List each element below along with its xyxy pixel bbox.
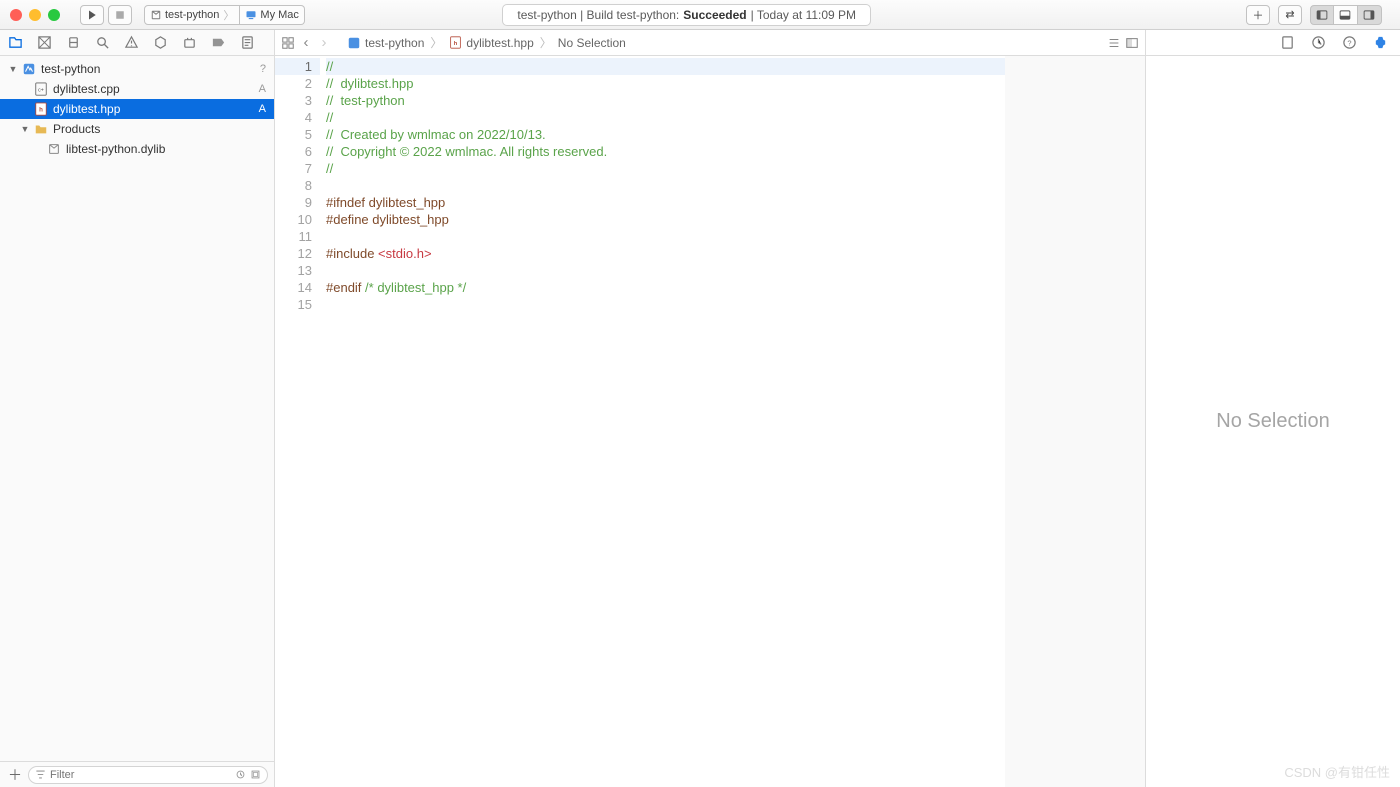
status-time: | Today at 11:09 PM <box>751 8 856 22</box>
minimize-window-button[interactable] <box>29 9 41 21</box>
run-button[interactable] <box>80 5 104 25</box>
source-control-tab[interactable] <box>37 35 52 50</box>
maximize-window-button[interactable] <box>48 9 60 21</box>
file-inspector-tab[interactable] <box>1280 35 1295 50</box>
test-navigator-tab[interactable] <box>153 35 168 50</box>
stop-button[interactable] <box>108 5 132 25</box>
nav-back-button[interactable]: ‹ <box>299 36 313 50</box>
library-button[interactable]: ＋ <box>1246 5 1270 25</box>
filter-input[interactable] <box>50 769 231 781</box>
breadcrumb-project[interactable]: test-python <box>365 36 424 50</box>
hpp-file-icon: h <box>33 101 49 117</box>
folder-icon <box>33 121 49 137</box>
no-selection-label: No Selection <box>1216 410 1329 433</box>
cpp-file-icon: c+ <box>33 81 49 97</box>
minimap[interactable] <box>1005 56 1145 787</box>
products-folder-node[interactable]: ▼ Products <box>0 119 274 139</box>
jump-bar: ‹ › test-python 〉 h dylibtest.hpp 〉 No S… <box>275 30 1145 56</box>
toolbar: test-python 〉 My Mac test-python | Build… <box>0 0 1400 30</box>
breadcrumb-file[interactable]: dylibtest.hpp <box>466 36 533 50</box>
svg-text:?: ? <box>1347 38 1351 47</box>
navigator-footer: ＋ <box>0 761 274 787</box>
related-items-button[interactable] <box>281 36 295 50</box>
code-review-button[interactable]: ⇄ <box>1278 5 1302 25</box>
scheme-device-label: My Mac <box>260 9 299 21</box>
file-node-dylibtest-hpp[interactable]: h dylibtest.hpp A <box>0 99 274 119</box>
add-target-button[interactable]: ＋ <box>6 765 24 785</box>
file-label: dylibtest.hpp <box>53 102 274 116</box>
help-inspector-tab[interactable]: ? <box>1342 35 1357 50</box>
find-navigator-tab[interactable] <box>95 35 110 50</box>
status-prefix: test-python | Build test-python: <box>517 8 679 22</box>
line-gutter: 123456789101112131415 <box>275 56 320 787</box>
status-result: Succeeded <box>683 8 746 22</box>
history-inspector-tab[interactable] <box>1311 35 1326 50</box>
file-badge: A <box>259 103 266 115</box>
panel-toggles <box>1310 5 1382 25</box>
issue-navigator-tab[interactable] <box>124 35 139 50</box>
file-badge: A <box>259 83 266 95</box>
filter-field[interactable] <box>28 766 268 784</box>
project-root-badge: ? <box>260 63 266 75</box>
scheme-project-label: test-python <box>165 9 219 21</box>
breadcrumb-selection[interactable]: No Selection <box>558 36 626 50</box>
svg-text:c+: c+ <box>38 88 44 94</box>
toggle-navigator-button[interactable] <box>1310 5 1334 25</box>
window-controls <box>10 9 60 21</box>
navigator-panel: ▼ test-python ? c+ dylibtest.cpp A h dyl… <box>0 30 275 787</box>
split-editor-button[interactable] <box>1125 36 1139 50</box>
nav-forward-button[interactable]: › <box>317 36 331 50</box>
inspector-tabs: ? <box>1146 30 1400 56</box>
activity-view[interactable]: test-python | Build test-python: Succeed… <box>502 4 871 26</box>
toggle-debug-button[interactable] <box>1334 5 1358 25</box>
project-tree: ▼ test-python ? c+ dylibtest.cpp A h dyl… <box>0 56 274 761</box>
toggle-inspector-button[interactable] <box>1358 5 1382 25</box>
project-root-label: test-python <box>41 62 274 76</box>
debug-navigator-tab[interactable] <box>182 35 197 50</box>
scheme-selector[interactable]: test-python 〉 My Mac <box>144 5 305 25</box>
scheme-project[interactable]: test-python 〉 <box>144 5 240 25</box>
inspector-body: No Selection <box>1146 56 1400 787</box>
project-icon <box>21 61 37 77</box>
report-navigator-tab[interactable] <box>240 35 255 50</box>
inspector-panel: ? No Selection <box>1145 30 1400 787</box>
file-label: dylibtest.cpp <box>53 82 274 96</box>
dylib-icon <box>46 141 62 157</box>
breadcrumb-project-icon <box>347 36 361 50</box>
breadcrumb-file-icon: h <box>448 36 462 50</box>
file-node-dylibtest-cpp[interactable]: c+ dylibtest.cpp A <box>0 79 274 99</box>
scheme-device[interactable]: My Mac <box>240 5 305 25</box>
svg-text:h: h <box>454 41 458 47</box>
code-editor[interactable]: 123456789101112131415 //// dylibtest.hpp… <box>275 56 1005 787</box>
code-content[interactable]: //// dylibtest.hpp// test-python//// Cre… <box>320 56 1005 787</box>
products-folder-label: Products <box>53 122 274 136</box>
editor-layout-button[interactable] <box>1107 36 1121 50</box>
project-root-node[interactable]: ▼ test-python ? <box>0 59 274 79</box>
editor-area: ‹ › test-python 〉 h dylibtest.hpp 〉 No S… <box>275 30 1145 787</box>
breakpoint-navigator-tab[interactable] <box>211 35 226 50</box>
attributes-inspector-tab[interactable] <box>1373 35 1388 50</box>
product-node[interactable]: libtest-python.dylib <box>0 139 274 159</box>
project-navigator-tab[interactable] <box>8 35 23 50</box>
product-label: libtest-python.dylib <box>66 142 274 156</box>
symbol-navigator-tab[interactable] <box>66 35 81 50</box>
svg-text:h: h <box>39 107 43 114</box>
close-window-button[interactable] <box>10 9 22 21</box>
navigator-tabs <box>0 30 274 56</box>
